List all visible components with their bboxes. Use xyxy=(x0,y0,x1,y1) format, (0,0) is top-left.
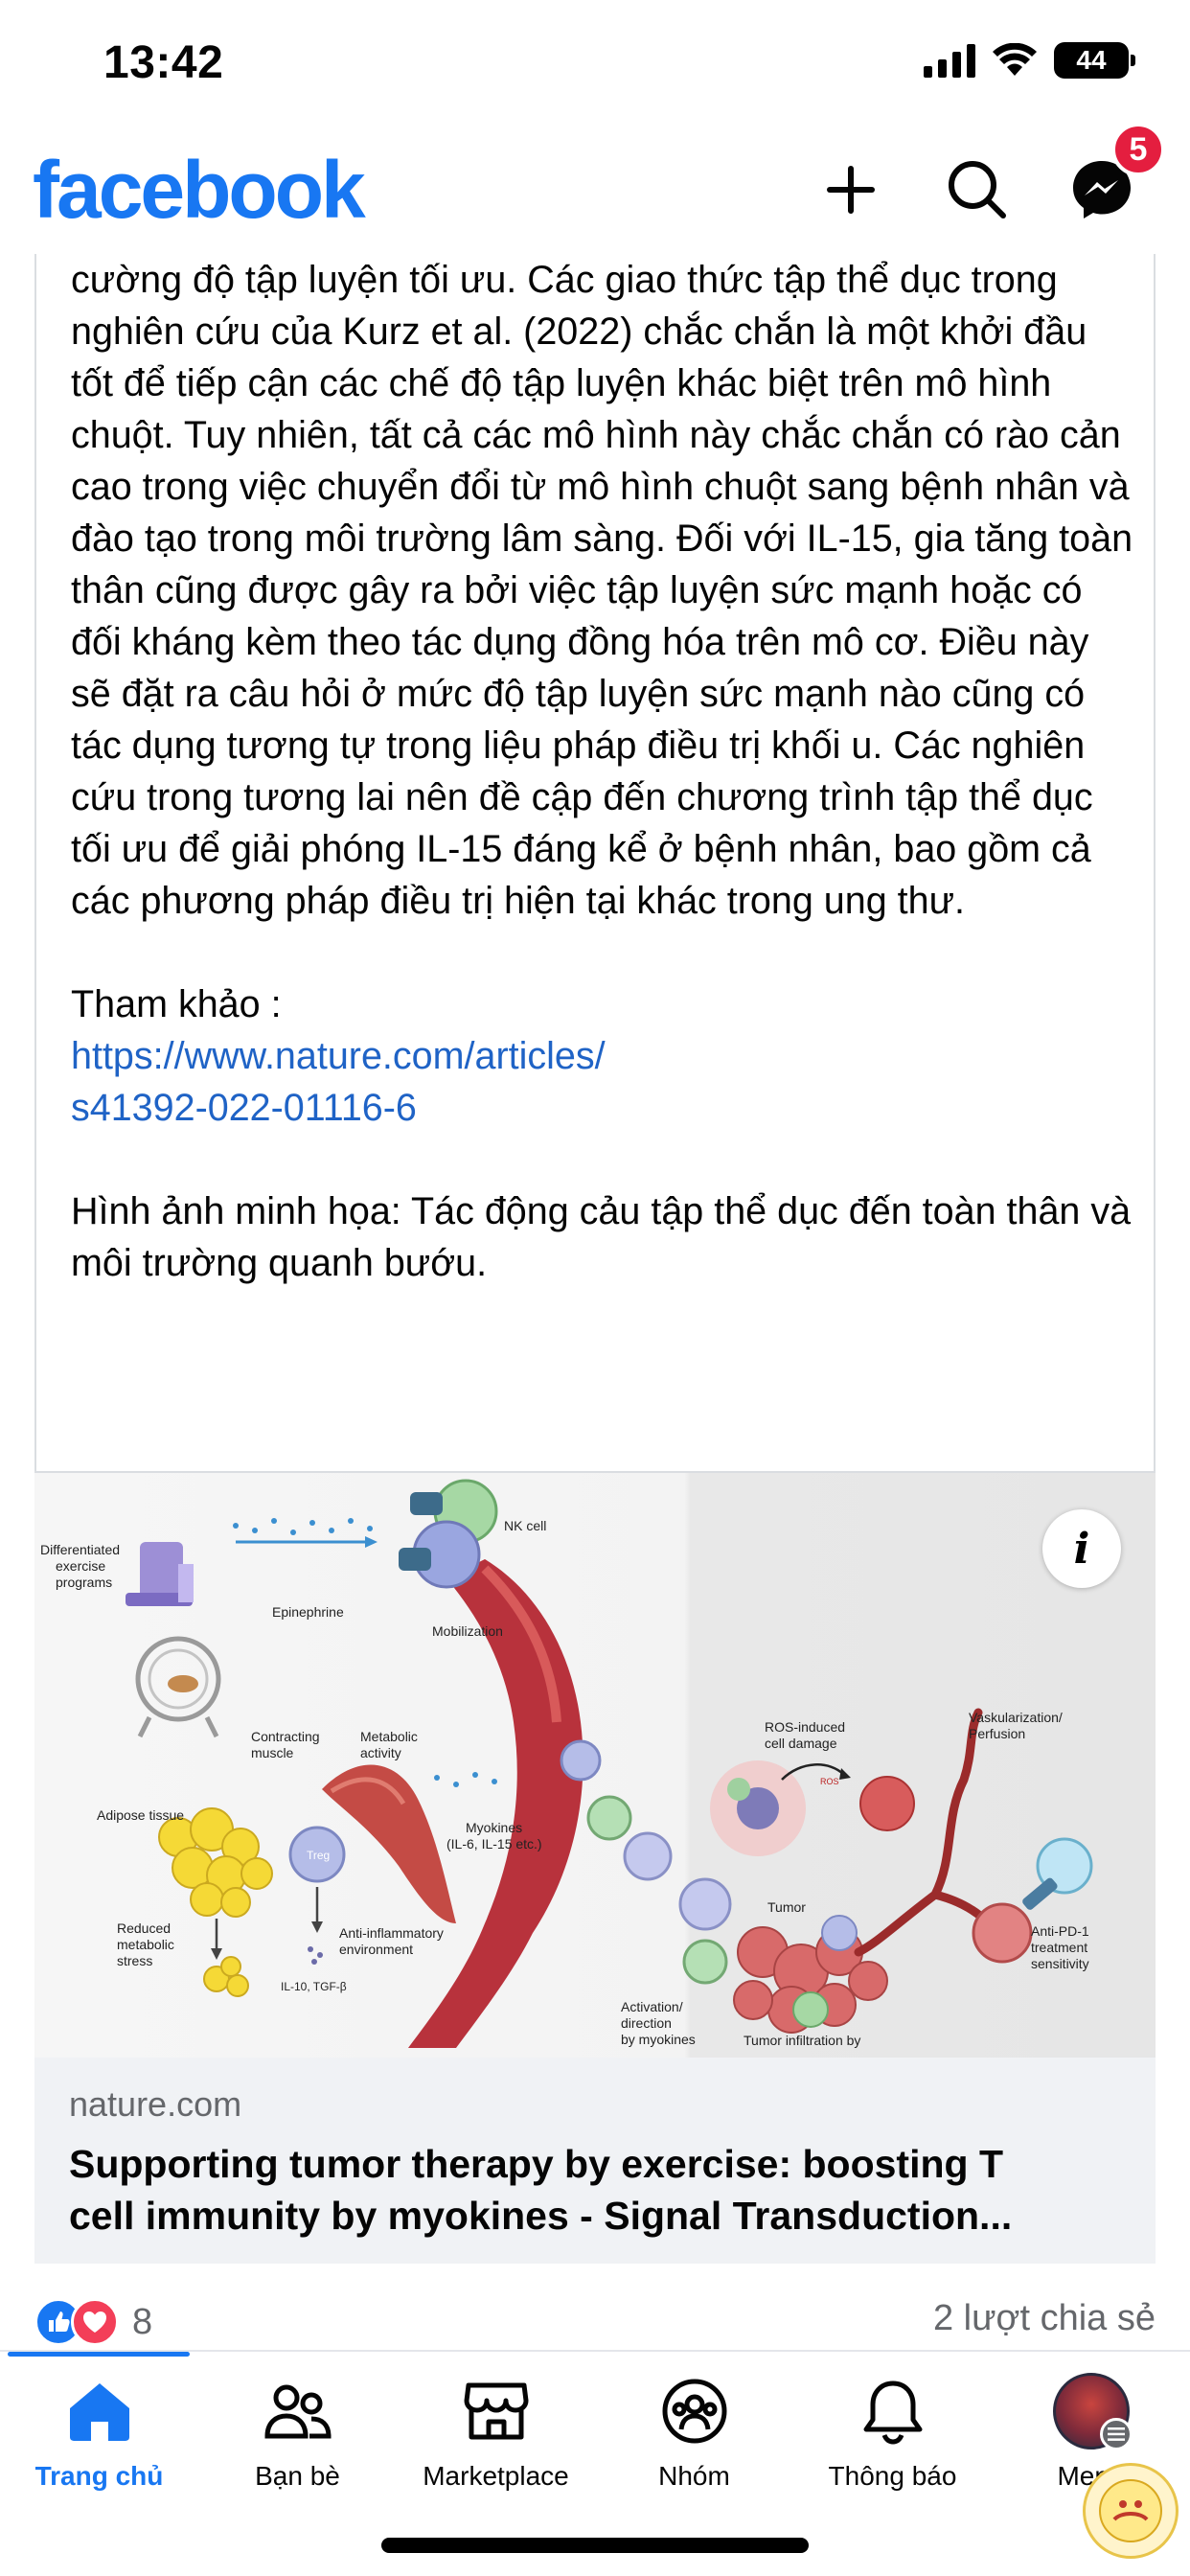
reaction-count: 8 xyxy=(132,2301,153,2342)
figure-label-anti-inflammatory: Anti-inflammatory environment xyxy=(339,1925,444,1957)
figure-label-il10: IL-10, TGF-β xyxy=(281,1980,347,1993)
link-preview-meta[interactable]: nature.com Supporting tumor therapy by e… xyxy=(34,2058,1156,2264)
figure-label-mobilization: Mobilization xyxy=(432,1623,503,1639)
search-icon xyxy=(949,161,1006,218)
post-card: cường độ tập luyện tối ưu. Các giao thức… xyxy=(34,254,1156,1473)
figure-label-epinephrine: Epinephrine xyxy=(272,1604,344,1620)
preview-title-line1: Supporting tumor therapy by exercise: bo… xyxy=(69,2142,1003,2186)
status-time: 13:42 xyxy=(103,37,224,88)
figure-label-nk: NK cell xyxy=(504,1518,546,1533)
plus-icon xyxy=(827,166,875,214)
share-count[interactable]: 2 lượt chia sẻ xyxy=(933,2298,1156,2339)
avatar xyxy=(1052,2373,1133,2450)
facebook-logo[interactable]: facebook xyxy=(33,144,366,237)
reference-label: Tham khảo : xyxy=(71,983,282,1025)
reference-link-line2[interactable]: s41392-022-01116-6 xyxy=(71,1087,417,1129)
tab-notifications-label: Thông báo xyxy=(828,2461,957,2491)
figure-label-reduced: Reduced metabolic stress xyxy=(117,1920,174,1968)
tab-notifications[interactable]: Thông báo xyxy=(793,2373,992,2517)
reactions-summary[interactable]: 8 xyxy=(34,2295,152,2349)
battery-level: 44 xyxy=(1076,45,1107,75)
cellular-signal-icon xyxy=(924,43,975,78)
marketplace-icon xyxy=(458,2373,535,2450)
tab-groups-label: Nhóm xyxy=(658,2461,730,2491)
love-icon xyxy=(71,2298,119,2346)
preview-title-line2: cell immunity by myokines - Signal Trans… xyxy=(69,2194,1013,2238)
figure-label-activation: Activation/direction by myokines xyxy=(621,1999,696,2047)
link-preview-image[interactable]: NK cell Differentiated exercise programs E… xyxy=(34,1473,1156,2058)
preview-domain: nature.com xyxy=(69,2084,242,2124)
info-button[interactable]: i xyxy=(1042,1509,1121,1588)
reference-link[interactable]: https://www.nature.com/articles/ s41392-… xyxy=(71,1030,1134,1134)
tab-friends[interactable]: Bạn bè xyxy=(198,2373,397,2517)
battery-icon: 44 xyxy=(1054,42,1135,79)
figure-label-adipose: Adipose tissue xyxy=(97,1807,184,1823)
figure-label-tumor: Tumor xyxy=(767,1899,806,1915)
figure-label-anti-pd1: Anti-PD-1 treatment sensitivity xyxy=(1031,1923,1089,1971)
tab-home-label: Trang chủ xyxy=(34,2461,164,2491)
figure-label-treg: Treg xyxy=(307,1849,330,1862)
figure-label-vascular: Vaskularization/Perfusion xyxy=(969,1710,1063,1741)
app-header: facebook xyxy=(0,134,1190,254)
groups-icon xyxy=(656,2373,733,2450)
wifi-icon xyxy=(993,43,1037,76)
status-bar: 13:42 44 xyxy=(0,0,1190,134)
preview-title: Supporting tumor therapy by exercise: bo… xyxy=(69,2138,1133,2242)
channel-watermark-logo xyxy=(1083,2463,1179,2559)
tab-groups[interactable]: Nhóm xyxy=(595,2373,793,2517)
tab-friends-label: Bạn bè xyxy=(255,2461,340,2491)
figure-label-ros: ROS-induced cell damage xyxy=(765,1719,845,1751)
figure-label-contracting: Contracting muscle xyxy=(251,1729,320,1760)
figure-label-ros-small: ROS xyxy=(820,1777,839,1786)
create-button[interactable] xyxy=(812,151,889,228)
info-icon: i xyxy=(1073,1524,1090,1574)
messenger-badge: 5 xyxy=(1111,123,1165,176)
active-tab-indicator xyxy=(8,2352,190,2357)
figure-label-differentiated: Differentiated exercise programs xyxy=(40,1542,120,1590)
figure-label-metabolic: Metabolic activity xyxy=(360,1729,418,1760)
tab-marketplace[interactable]: Marketplace xyxy=(397,2373,595,2517)
status-icons: 44 xyxy=(924,42,1135,79)
reference-link-line1[interactable]: https://www.nature.com/articles/ xyxy=(71,1035,606,1077)
exercise-tumor-figure: NK cell Differentiated exercise programs E… xyxy=(40,1479,1093,2048)
post-text: cường độ tập luyện tối ưu. Các giao thức… xyxy=(71,254,1134,1289)
tab-home[interactable]: Trang chủ xyxy=(0,2373,198,2517)
tab-marketplace-label: Marketplace xyxy=(423,2461,569,2491)
menu-icon xyxy=(1099,2418,1133,2450)
friends-icon xyxy=(260,2373,336,2450)
figure-label-infiltration: Tumor infiltration by xyxy=(744,2033,860,2048)
search-button[interactable] xyxy=(939,151,1016,228)
home-icon xyxy=(61,2373,138,2450)
post-caption: Hình ảnh minh họa: Tác động cảu tập thể … xyxy=(71,1190,1132,1284)
bell-icon xyxy=(855,2373,931,2450)
home-indicator[interactable] xyxy=(381,2538,809,2553)
post-body: cường độ tập luyện tối ưu. Các giao thức… xyxy=(71,259,1133,922)
